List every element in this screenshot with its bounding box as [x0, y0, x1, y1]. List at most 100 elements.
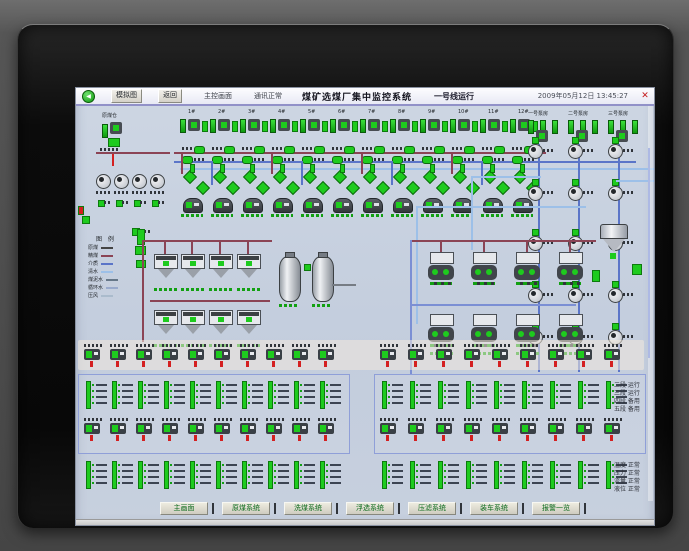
- valve-diamond-icon: [405, 180, 421, 196]
- nav-button[interactable]: 洗煤系统: [284, 502, 332, 515]
- drive-machine-icon: [368, 119, 380, 131]
- cyclone-funnel-icon: [600, 224, 628, 260]
- belt-text: [374, 158, 385, 161]
- pump-icon: [150, 174, 165, 189]
- feeder-label: [331, 214, 353, 217]
- label-marks: [132, 191, 146, 194]
- belt-status-pill: [272, 156, 283, 164]
- indicator-green: [370, 164, 375, 173]
- indicator-green: [232, 121, 238, 132]
- valve-diamond-icon: [495, 180, 511, 196]
- status-cluster: [138, 380, 160, 410]
- valve-diamond-icon: [285, 180, 301, 196]
- nav-button[interactable]: 浮选系统: [346, 502, 394, 515]
- status-cluster: [522, 460, 544, 490]
- legend-swatch: [106, 278, 119, 281]
- belt-text: [434, 158, 445, 161]
- label-marks: [543, 335, 555, 338]
- feeder-icon: [273, 198, 293, 213]
- label-marks: [623, 149, 635, 152]
- status-cluster: [494, 380, 516, 410]
- hopper-machine-icon: [237, 254, 261, 284]
- indicator-green: [262, 121, 268, 132]
- hopper-machine-icon: [181, 310, 205, 340]
- belt-number: 4#: [278, 109, 286, 115]
- nav-button[interactable]: 主画面: [160, 502, 208, 515]
- device-unit: [214, 418, 234, 442]
- legend-label: 精煤: [88, 253, 99, 259]
- side-note: 温度 正常: [614, 462, 640, 469]
- legend-label: 清水: [88, 269, 99, 275]
- belt-text: [452, 147, 462, 150]
- device-unit: [136, 344, 156, 368]
- label-marks: [583, 191, 595, 194]
- device-unit: [380, 344, 400, 368]
- nav-button[interactable]: 压滤系统: [408, 502, 456, 515]
- status-cluster: [268, 380, 290, 410]
- belt-number: 3#: [248, 109, 256, 115]
- device-unit: [520, 344, 540, 368]
- belt-text: [464, 158, 475, 161]
- legend-title: 图 例: [96, 236, 116, 243]
- transfer-drop: [211, 161, 213, 185]
- belt-text: [512, 147, 522, 150]
- status-text-2: 通讯正常: [254, 92, 282, 100]
- indicator-green: [190, 164, 195, 173]
- legend-swatch: [101, 262, 114, 265]
- indicator-green: [612, 281, 619, 288]
- belt-text: [272, 147, 282, 150]
- belt-number: 5#: [308, 109, 316, 115]
- belt-indicator: [390, 119, 396, 133]
- tank-icon: [279, 252, 301, 302]
- status-cluster: [216, 460, 238, 490]
- hopper-machine-icon: [154, 254, 178, 284]
- nav-separator: [212, 503, 214, 514]
- drive-machine-icon: [218, 119, 230, 131]
- back-icon[interactable]: ◀: [82, 89, 95, 103]
- belt-status-pill: [212, 156, 223, 164]
- device-unit: [492, 418, 512, 442]
- legend-label: 煤泥水: [88, 277, 104, 283]
- simulate-button[interactable]: 模拟图: [111, 89, 142, 103]
- belt-number: 2#: [218, 109, 226, 115]
- nav-button[interactable]: 报警一览: [532, 502, 580, 515]
- transfer-drop: [391, 161, 393, 185]
- nav-separator: [584, 503, 586, 514]
- belt-indicator: [270, 119, 276, 133]
- belt-number: 6#: [338, 109, 346, 115]
- device-unit: [436, 344, 456, 368]
- pump-icon: [528, 186, 543, 201]
- belt-status-pill: [254, 146, 265, 154]
- close-icon[interactable]: ✕: [640, 91, 650, 101]
- indicator-green: [322, 121, 328, 132]
- device-unit: [464, 418, 484, 442]
- belt-status-pill: [392, 156, 403, 164]
- label-marks: [543, 149, 555, 152]
- indicator-green: [532, 229, 539, 236]
- status-cluster: [294, 380, 316, 410]
- feeder-label: [391, 214, 413, 217]
- indicator-green: [442, 121, 448, 132]
- belt-number: 10#: [458, 109, 469, 115]
- indicator-green: [220, 164, 225, 173]
- nav-button[interactable]: 装车系统: [470, 502, 518, 515]
- machine-label: [209, 288, 233, 291]
- station-label: 原煤仓: [102, 113, 118, 119]
- nav-button[interactable]: 原煤系统: [222, 502, 270, 515]
- drive-machine-icon: [398, 119, 410, 131]
- device-unit: [408, 418, 428, 442]
- pipe: [142, 240, 144, 342]
- belt-status-pill: [332, 156, 343, 164]
- indicator-green: [82, 216, 90, 224]
- pump-icon: [568, 186, 583, 201]
- return-button[interactable]: 返回: [158, 89, 182, 103]
- machine-label: [154, 288, 178, 291]
- feeder-label: [241, 214, 263, 217]
- belt-status-pill: [452, 156, 463, 164]
- pump-icon: [132, 174, 147, 189]
- indicator-green: [280, 164, 285, 173]
- device-unit: [110, 418, 130, 442]
- indicator-green: [532, 137, 539, 144]
- status-cluster: [466, 460, 488, 490]
- indicator-green: [202, 121, 208, 132]
